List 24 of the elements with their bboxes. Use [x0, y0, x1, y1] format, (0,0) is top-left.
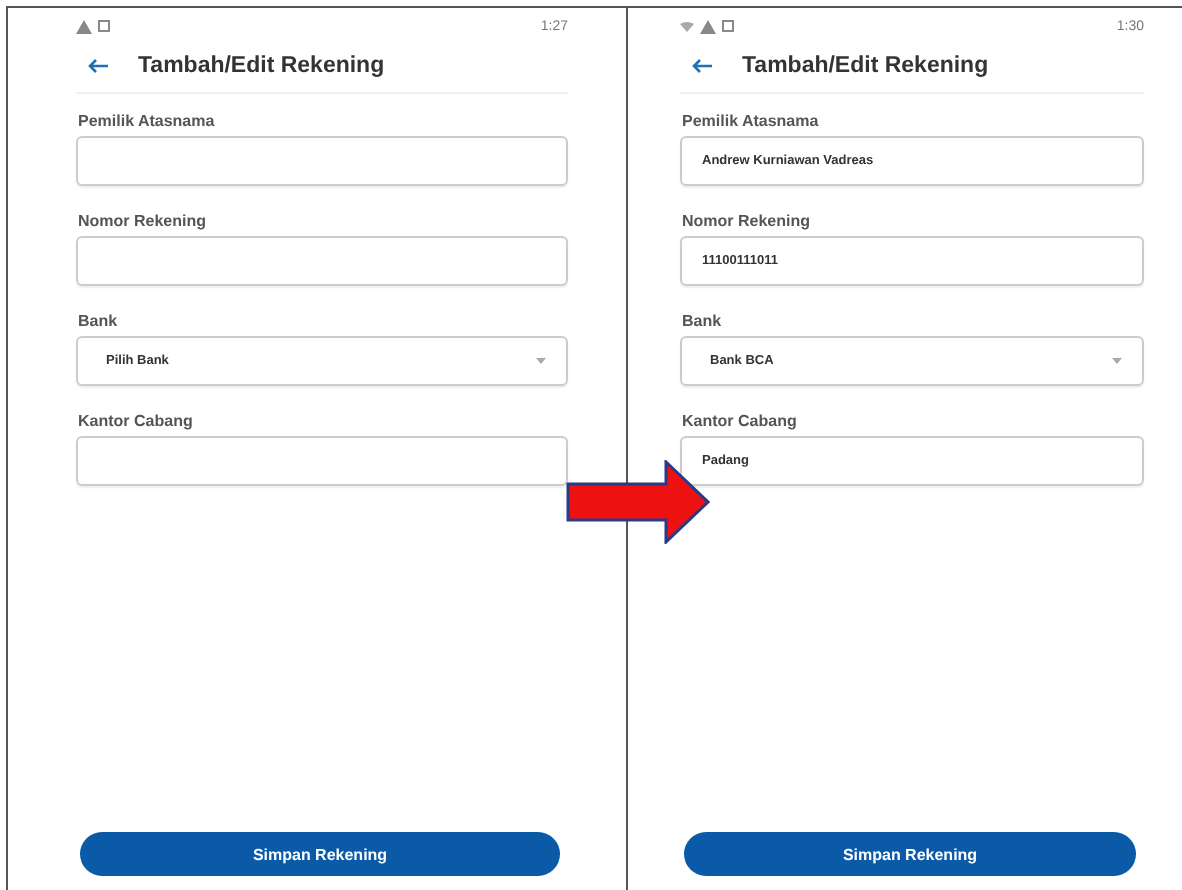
field-label: Kantor Cabang [682, 412, 799, 430]
input-field[interactable] [76, 236, 568, 286]
back-arrow-icon[interactable] [692, 58, 714, 74]
field-label: Kantor Cabang [78, 412, 195, 430]
warning-icon [700, 19, 716, 33]
field-label: Bank [682, 312, 724, 330]
caret-icon [536, 358, 546, 364]
field-label: Nomor Rekening [78, 212, 209, 230]
field-label: Nomor Rekening [682, 212, 813, 230]
caret-icon [1112, 358, 1122, 364]
field-label: Pemilik Atasnama [78, 112, 217, 130]
wifi-icon [680, 21, 694, 31]
save-button[interactable]: Simpan Rekening [80, 832, 560, 876]
input-field[interactable] [76, 436, 568, 486]
save-button[interactable]: Simpan Rekening [684, 832, 1136, 876]
input-field[interactable] [76, 136, 568, 186]
square-icon [722, 20, 734, 32]
screen-title: Tambah/Edit Rekening [138, 54, 385, 78]
back-arrow-icon[interactable] [88, 58, 110, 74]
field-label: Pemilik Atasnama [682, 112, 821, 130]
square-icon [98, 20, 110, 32]
field-label: Bank [78, 312, 120, 330]
warning-icon [76, 19, 92, 33]
screen-title: Tambah/Edit Rekening [742, 54, 989, 78]
